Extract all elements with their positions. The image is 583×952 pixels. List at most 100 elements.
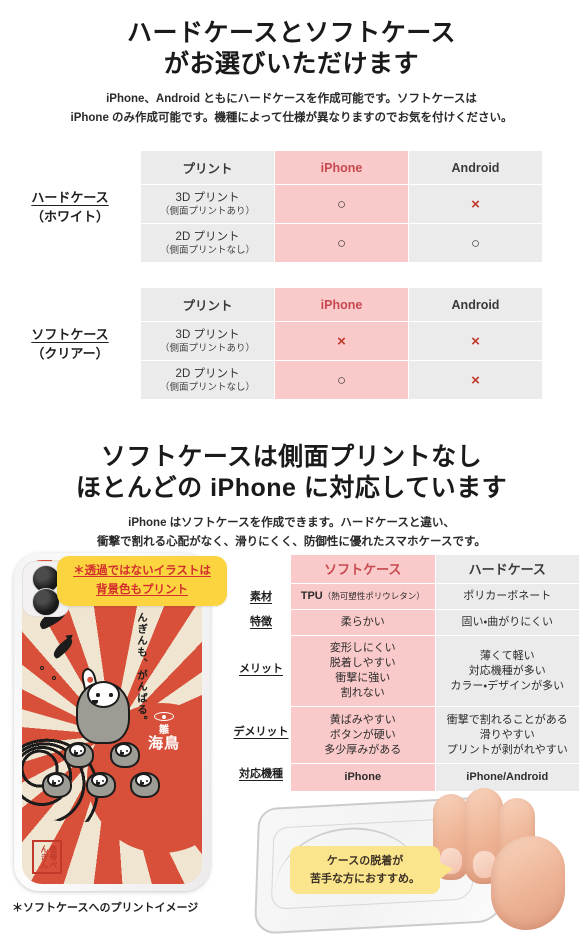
print-2d-sub: （側面プリントなし） bbox=[159, 381, 255, 393]
demerit-line: ボタンが硬い bbox=[329, 728, 396, 741]
recommendation-speech-bubble: ケースの脱着が 苦手な方におすすめ。 bbox=[290, 846, 453, 894]
table-row: 3D プリント （側面プリントあり） ○ × bbox=[141, 185, 542, 223]
header-iphone: iPhone bbox=[275, 151, 408, 184]
callout-line-2: 背景色もプリント bbox=[96, 584, 188, 596]
bubble-line-1: ケースの脱着が bbox=[326, 855, 404, 867]
artwork-seal-stamp: 皇帝ぺんぎん bbox=[32, 840, 62, 874]
merit-line: 変形しにくい bbox=[329, 642, 396, 654]
demerit-line: 衝撃で割れることがある bbox=[446, 713, 568, 726]
cell-print-2d: 2D プリント （側面プリントなし） bbox=[141, 224, 274, 262]
mark-cross-icon: × bbox=[337, 332, 346, 350]
spec-header-soft: ソフトケース bbox=[291, 555, 435, 583]
table-row: 2D プリント （側面プリントなし） ○ ○ bbox=[141, 224, 542, 262]
thumb bbox=[491, 836, 565, 930]
brand-large-text: 海鳥 bbox=[148, 735, 181, 752]
merit-line: カラー・デザインが多い bbox=[450, 679, 565, 692]
cell-print-3d: 3D プリント （側面プリントあり） bbox=[141, 185, 274, 223]
spec-hard-demerit: 衝撃で割れることがある 滑りやすい プリントが剥がれやすい bbox=[435, 707, 579, 763]
hard-case-label-main: ハードケース bbox=[31, 189, 109, 205]
table-header-row: プリント iPhone Android bbox=[141, 151, 542, 184]
cell-print-2d: 2D プリント （側面プリントなし） bbox=[141, 361, 274, 399]
eye-emblem-icon bbox=[154, 712, 174, 721]
spec-row-feature: 柔らかい 固い・曲がりにくい bbox=[291, 610, 579, 635]
header-print: プリント bbox=[141, 288, 274, 321]
header-android: Android bbox=[409, 151, 542, 184]
soft-case-paragraph: iPhone はソフトケースを作成できます。ハードケースと違い、 衝撃で割れる心… bbox=[0, 504, 583, 552]
demerit-line: 多少厚みがある bbox=[324, 743, 402, 756]
table-header-row: プリント iPhone Android bbox=[141, 288, 542, 321]
print-3d-main: 3D プリント bbox=[175, 191, 240, 204]
spec-soft-merit: 変形しにくい 脱着しやすい 衝撃に強い 割れない bbox=[291, 636, 435, 706]
title2-line-1: ソフトケースは側面プリントなし bbox=[100, 443, 483, 471]
header-android: Android bbox=[409, 288, 542, 321]
print-background-callout: ＊透過ではないイラストは 背景色もプリント bbox=[57, 556, 227, 606]
bubble-dot-icon bbox=[40, 666, 44, 670]
print-2d-main: 2D プリント bbox=[175, 367, 240, 380]
mark-circle-icon: ○ bbox=[336, 234, 347, 252]
spec-label-feature: 特徴 bbox=[250, 615, 272, 628]
intro-line-2: iPhone のみ作成可能です。機種によって仕様が異なりますのでお気を付けくださ… bbox=[70, 112, 513, 124]
spec-header-row: ソフトケース ハードケース bbox=[291, 555, 579, 583]
soft-case-table: プリント iPhone Android 3D プリント （側面プリントあり） ×… bbox=[140, 287, 543, 400]
penguin-large-icon bbox=[76, 681, 130, 744]
spec-row-merit: 変形しにくい 脱着しやすい 衝撃に強い 割れない 薄くて軽い 対応機種が多い カ… bbox=[291, 636, 579, 706]
cell-hard-3d-iphone: ○ bbox=[275, 185, 408, 223]
mark-cross-icon: × bbox=[471, 195, 480, 213]
merit-line: 衝撃に強い bbox=[335, 672, 391, 684]
page-title-secondary: ソフトケースは側面プリントなし ほとんどの iPhone に対応しています bbox=[0, 436, 583, 504]
penguin-face bbox=[87, 681, 120, 708]
hard-case-comparison-block: ハードケース （ホワイト） プリント iPhone Android 3D プリン… bbox=[0, 150, 583, 263]
cell-soft-2d-android: × bbox=[409, 361, 542, 399]
spec-hard-merit: 薄くて軽い 対応機種が多い カラー・デザインが多い bbox=[435, 636, 579, 706]
spec-hard-feature: 固い・曲がりにくい bbox=[435, 610, 579, 635]
spec-soft-feature: 柔らかい bbox=[291, 610, 435, 635]
spec-comparison-wrapper: 素材 特徴 メリット デメリット 対応機種 ソフトケース ハードケース TPU（… bbox=[232, 554, 580, 792]
cell-hard-3d-android: × bbox=[409, 185, 542, 223]
spec-label-material: 素材 bbox=[250, 590, 272, 603]
cell-hard-2d-iphone: ○ bbox=[275, 224, 408, 262]
title-line-2: がお選びいただけます bbox=[163, 50, 419, 78]
penguin-icon bbox=[64, 742, 94, 768]
title2-line-2: ほとんどの iPhone に対応しています bbox=[75, 474, 508, 502]
print-2d-sub: （側面プリントなし） bbox=[159, 244, 255, 256]
artwork-brand-mark: 雛 海鳥 bbox=[148, 712, 180, 752]
penguin-beak bbox=[92, 700, 98, 704]
spec-row-labels: 素材 特徴 メリット デメリット 対応機種 bbox=[232, 554, 290, 792]
spec-soft-demerit: 黄ばみやすい ボタンが硬い 多少厚みがある bbox=[291, 707, 435, 763]
cell-soft-3d-android: × bbox=[409, 322, 542, 360]
spec-soft-material: TPU（熱可塑性ポリウレタン） bbox=[291, 584, 435, 609]
spec-label-demerit: デメリット bbox=[233, 726, 289, 738]
print-2d-main: 2D プリント bbox=[175, 230, 240, 243]
spec-label-spacer bbox=[232, 554, 290, 583]
merit-line: 脱着しやすい bbox=[329, 657, 396, 669]
penguin-icon bbox=[42, 772, 72, 798]
cell-print-3d: 3D プリント （側面プリントあり） bbox=[141, 322, 274, 360]
title-line-1: ハードケースとソフトケース bbox=[126, 19, 456, 47]
cell-soft-3d-iphone: × bbox=[275, 322, 408, 360]
merit-line: 割れない bbox=[340, 687, 385, 699]
soft-lead-line-2: 衝撃で割れる心配がなく、滑りにくく、防御性に優れたスマホケースです。 bbox=[97, 536, 486, 548]
demerit-line: プリントが剥がれやすい bbox=[446, 743, 568, 756]
soft-case-comparison-block: ソフトケース （クリアー） プリント iPhone Android 3D プリン… bbox=[0, 287, 583, 400]
soft-case-label-sub: （クリアー） bbox=[31, 345, 109, 361]
hard-case-table: プリント iPhone Android 3D プリント （側面プリントあり） ○… bbox=[140, 150, 543, 263]
spec-label-merit: メリット bbox=[239, 663, 283, 675]
soft-lead-line-1: iPhone はソフトケースを作成できます。ハードケースと違い、 bbox=[128, 517, 455, 529]
mark-cross-icon: × bbox=[471, 332, 480, 350]
hard-case-row-label: ハードケース （ホワイト） bbox=[0, 188, 140, 226]
spec-header-hard: ハードケース bbox=[435, 555, 579, 583]
penguin-icon bbox=[130, 772, 160, 798]
spec-row-material: TPU（熱可塑性ポリウレタン） ポリカーボネート bbox=[291, 584, 579, 609]
spec-hard-material: ポリカーボネート bbox=[435, 584, 579, 609]
bubble-dot-icon bbox=[52, 676, 56, 680]
demerit-line: 滑りやすい bbox=[479, 728, 535, 741]
spec-row-demerit: 黄ばみやすい ボタンが硬い 多少厚みがある 衝撃で割れることがある 滑りやすい … bbox=[291, 707, 579, 763]
soft-case-row-label: ソフトケース （クリアー） bbox=[0, 325, 140, 363]
mark-circle-icon: ○ bbox=[336, 371, 347, 389]
bubble-line-2: 苦手な方におすすめ。 bbox=[310, 873, 420, 885]
tpu-sub-label: （熱可塑性ポリウレタン） bbox=[322, 591, 425, 601]
intro-paragraph: iPhone、Android ともにハードケースを作成可能です。ソフトケースは … bbox=[0, 80, 583, 128]
merit-line: 薄くて軽い bbox=[479, 649, 535, 662]
cell-hard-2d-android: ○ bbox=[409, 224, 542, 262]
header-iphone: iPhone bbox=[275, 288, 408, 321]
